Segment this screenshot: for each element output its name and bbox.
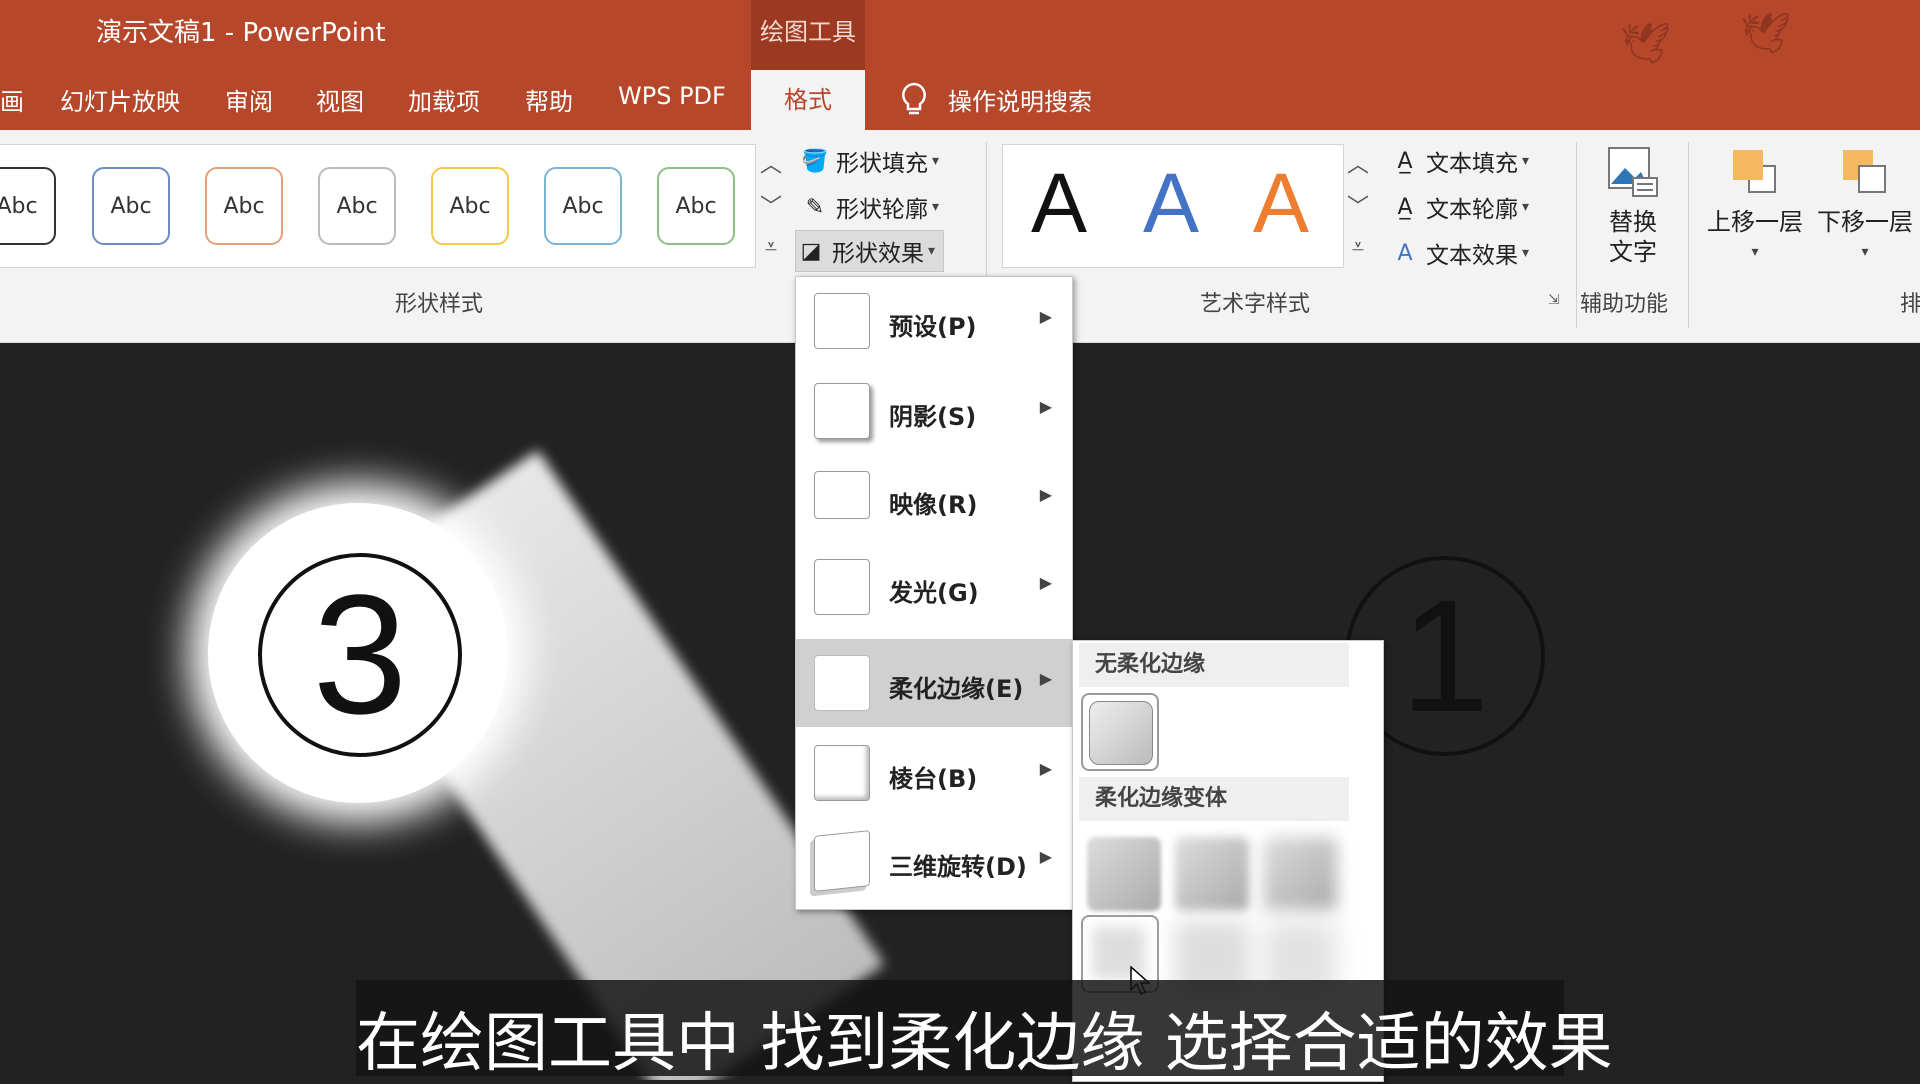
pencil-icon: ✎ bbox=[805, 194, 825, 220]
wordart-sample-blue[interactable]: A bbox=[1143, 155, 1199, 252]
reflection-preview-icon bbox=[814, 471, 870, 519]
submenu-arrow-icon: ▶ bbox=[1039, 847, 1052, 866]
soft-edge-variation[interactable] bbox=[1175, 837, 1249, 911]
menu-item-preset[interactable]: 预设(P) ▶ bbox=[796, 277, 1072, 365]
text-outline-icon: A̲ bbox=[1397, 194, 1413, 220]
text-outline-button[interactable]: A̲ 文本轮廓 ▾ bbox=[1390, 190, 1529, 224]
gallery-down-icon[interactable]: ﹀ bbox=[755, 186, 787, 224]
tab-view[interactable]: 视图 bbox=[316, 82, 364, 117]
shape-styles-gallery: Abc Abc Abc Abc Abc Abc Abc bbox=[0, 144, 756, 268]
group-label-accessibility: 辅助功能 bbox=[1580, 292, 1669, 317]
menu-item-glow[interactable]: 发光(G) ▶ bbox=[796, 543, 1072, 631]
tell-me-search[interactable]: 操作说明搜索 bbox=[948, 82, 1092, 117]
shape-style-swatch[interactable]: Abc bbox=[92, 167, 170, 245]
tab-format[interactable]: 格式 bbox=[751, 70, 865, 130]
bring-forward-button[interactable]: 上移一层 ▾ bbox=[1700, 144, 1810, 267]
menu-item-shadow[interactable]: 阴影(S) ▶ bbox=[796, 367, 1072, 455]
preset-preview-icon bbox=[814, 293, 870, 349]
soft-edge-variations-heading: 柔化边缘变体 bbox=[1079, 777, 1349, 821]
soft-edge-variation[interactable] bbox=[1087, 837, 1161, 911]
wordart-scroll: ︿ ﹀ ⩡ bbox=[1342, 144, 1374, 266]
caption-bar: 在绘图工具中 找到柔化边缘 选择合适的效果 bbox=[356, 980, 1613, 1081]
group-label-shape-styles: 形状样式 bbox=[395, 292, 484, 317]
bevel-preview-icon bbox=[814, 745, 870, 801]
gallery-more-icon[interactable]: ⩡ bbox=[755, 228, 787, 266]
bird-decoration-icon: 🕊 bbox=[1620, 21, 1671, 67]
shape-outline-button[interactable]: ✎ 形状轮廓 ▾ bbox=[800, 190, 939, 224]
text-effects-icon: A bbox=[1397, 240, 1413, 266]
wordart-down-icon[interactable]: ﹀ bbox=[1342, 186, 1374, 224]
submenu-arrow-icon: ▶ bbox=[1039, 485, 1052, 504]
menu-item-reflection[interactable]: 映像(R) ▶ bbox=[796, 455, 1072, 543]
picture-icon bbox=[1608, 147, 1658, 197]
wordart-up-icon[interactable]: ︿ bbox=[1342, 144, 1374, 182]
glow-preview-icon bbox=[814, 559, 870, 615]
shape-fill-button[interactable]: 🪣 形状填充 ▾ bbox=[800, 144, 939, 178]
wordart-more-icon[interactable]: ⩡ bbox=[1342, 228, 1374, 266]
submenu-arrow-icon: ▶ bbox=[1039, 573, 1052, 592]
wordart-sample-black[interactable]: A bbox=[1031, 155, 1087, 252]
tab-help[interactable]: 帮助 bbox=[525, 82, 573, 117]
menu-item-3d-rotation[interactable]: 三维旋转(D) ▶ bbox=[796, 817, 1072, 905]
shadow-preview-icon bbox=[814, 383, 870, 439]
shape-style-swatch[interactable]: Abc bbox=[544, 167, 622, 245]
menu-item-soft-edges[interactable]: 柔化边缘(E) ▶ bbox=[796, 639, 1072, 727]
context-group-label: 绘图工具 bbox=[760, 18, 856, 46]
tab-wps-pdf[interactable]: WPS PDF bbox=[618, 82, 726, 110]
alt-text-button[interactable]: 替换 文字 bbox=[1588, 144, 1678, 267]
shape-style-swatch[interactable]: Abc bbox=[657, 167, 735, 245]
submenu-arrow-icon: ▶ bbox=[1039, 759, 1052, 778]
submenu-arrow-icon: ▶ bbox=[1039, 397, 1052, 416]
text-fill-button[interactable]: A̲ 文本填充 ▾ bbox=[1390, 144, 1529, 178]
shape-effects-menu: 预设(P) ▶ 阴影(S) ▶ 映像(R) ▶ 发光(G) ▶ 柔化边缘(E) … bbox=[795, 276, 1073, 910]
no-soft-edges-heading: 无柔化边缘 bbox=[1079, 643, 1349, 687]
gallery-up-icon[interactable]: ︿ bbox=[755, 144, 787, 182]
tab-slideshow[interactable]: 幻灯片放映 bbox=[60, 82, 180, 117]
wordart-gallery: A A A bbox=[1002, 144, 1344, 268]
shape-style-swatch[interactable]: Abc bbox=[205, 167, 283, 245]
group-label-arrange: 排 bbox=[1900, 292, 1920, 317]
send-backward-icon bbox=[1843, 150, 1886, 193]
submenu-arrow-icon: ▶ bbox=[1039, 669, 1052, 688]
bird-decoration-icon: 🕊 bbox=[1740, 11, 1791, 57]
send-backward-button[interactable]: 下移一层 ▾ bbox=[1810, 144, 1920, 267]
3d-rotation-preview-icon bbox=[814, 830, 870, 892]
text-fill-icon: A̲ bbox=[1397, 148, 1413, 174]
shape-effects-button[interactable]: ◪ 形状效果 ▾ bbox=[795, 230, 945, 272]
no-soft-edge-option[interactable] bbox=[1081, 693, 1159, 771]
soft-edges-preview-icon bbox=[814, 655, 870, 711]
shape-style-swatch[interactable]: Abc bbox=[318, 167, 396, 245]
shape-effects-icon: ◪ bbox=[800, 238, 822, 264]
group-label-wordart: 艺术字样式 bbox=[1200, 292, 1311, 317]
submenu-arrow-icon: ▶ bbox=[1039, 307, 1052, 326]
text-effects-button[interactable]: A 文本效果 ▾ bbox=[1390, 236, 1529, 270]
soft-edge-variation[interactable] bbox=[1263, 837, 1337, 911]
shape-style-swatch[interactable]: Abc bbox=[0, 167, 56, 245]
tab-animation-partial[interactable]: 画 bbox=[0, 82, 24, 117]
wordart-sample-orange[interactable]: A bbox=[1253, 155, 1309, 252]
bring-forward-icon bbox=[1733, 150, 1776, 193]
title-bar: 演示文稿1 - PowerPoint 绘图工具 画 幻灯片放映 审阅 视图 加载… bbox=[0, 0, 1920, 130]
tab-addins[interactable]: 加载项 bbox=[408, 82, 480, 117]
lightbulb-icon bbox=[902, 82, 926, 115]
paint-bucket-icon: 🪣 bbox=[801, 148, 829, 174]
gallery-scroll: ︿ ﹀ ⩡ bbox=[755, 144, 787, 266]
dialog-launcher-icon[interactable]: ⇲ bbox=[1548, 292, 1560, 308]
shape-style-swatch[interactable]: Abc bbox=[431, 167, 509, 245]
circle-number-3[interactable]: 3 bbox=[258, 553, 462, 757]
caption-text: 在绘图工具中 找到柔化边缘 选择合适的效果 bbox=[356, 1007, 1613, 1081]
menu-item-bevel[interactable]: 棱台(B) ▶ bbox=[796, 729, 1072, 817]
tab-review[interactable]: 审阅 bbox=[225, 82, 273, 117]
window-title: 演示文稿1 - PowerPoint bbox=[96, 18, 386, 48]
